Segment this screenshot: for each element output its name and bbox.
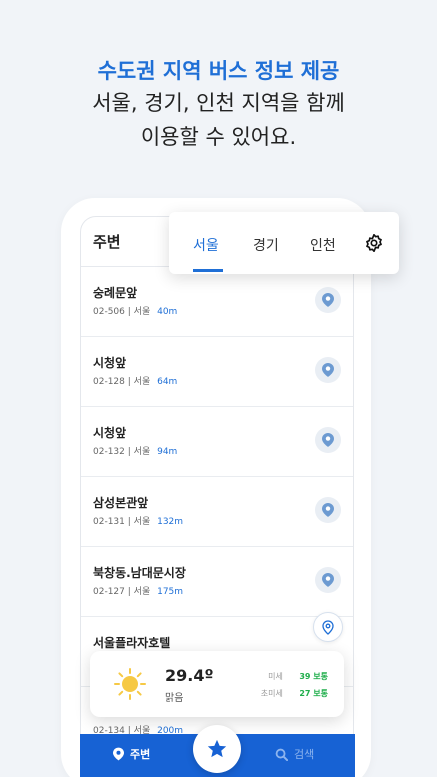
fine-dust-label: 미세 bbox=[268, 672, 283, 681]
favorites-button[interactable] bbox=[193, 725, 241, 773]
stop-region: 서울 bbox=[133, 377, 151, 387]
promo-headline: 수도권 지역 버스 정보 제공 서울, 경기, 인천 지역을 함께 이용할 수 … bbox=[0, 56, 437, 154]
ultrafine-dust-row: 초미세 27 보통 bbox=[261, 688, 328, 699]
map-pin-button[interactable] bbox=[315, 287, 341, 313]
tab-seoul[interactable]: 서울 bbox=[193, 235, 219, 255]
weather-card[interactable]: 29.4º 맑음 미세 39 보통 초미세 27 보통 bbox=[90, 651, 344, 717]
ultrafine-dust-label: 초미세 bbox=[260, 689, 283, 698]
stop-code: 02-128 bbox=[93, 377, 125, 387]
stop-distance: 175m bbox=[157, 587, 184, 597]
stop-name: 서울플라자호텔 bbox=[93, 636, 171, 650]
tab-gyeonggi[interactable]: 경기 bbox=[253, 235, 279, 255]
list-item[interactable]: 시청앞 02-128 | 서울 64m bbox=[81, 337, 353, 407]
stop-meta: 02-131 | 서울 132m bbox=[93, 517, 184, 527]
location-pin-icon bbox=[113, 747, 124, 761]
active-tab-indicator bbox=[193, 269, 223, 272]
weather-condition: 맑음 bbox=[165, 693, 184, 704]
stop-name: 시청앞 bbox=[93, 356, 127, 370]
search-icon bbox=[275, 748, 288, 761]
stop-meta: 02-128 | 서울 64m bbox=[93, 377, 178, 387]
stop-region: 서울 bbox=[133, 307, 151, 317]
nav-search[interactable]: 검색 bbox=[275, 746, 314, 762]
map-pin-button[interactable] bbox=[315, 357, 341, 383]
stop-name: 북창동.남대문시장 bbox=[93, 566, 186, 580]
list-item[interactable]: 북창동.남대문시장 02-127 | 서울 175m bbox=[81, 547, 353, 617]
location-pin-button[interactable] bbox=[313, 612, 343, 642]
nav-around-label: 주변 bbox=[130, 748, 151, 761]
stop-distance: 132m bbox=[157, 517, 184, 527]
nav-search-label: 검색 bbox=[294, 748, 315, 761]
screen-title: 주변 bbox=[93, 233, 121, 251]
map-pin-button[interactable] bbox=[315, 427, 341, 453]
stop-code: 02-131 bbox=[93, 517, 125, 527]
map-pin-icon bbox=[322, 293, 334, 307]
gear-icon[interactable] bbox=[365, 234, 383, 252]
stop-name: 삼성본관앞 bbox=[93, 496, 149, 510]
map-pin-icon bbox=[322, 433, 334, 447]
list-item[interactable]: 시청앞 02-132 | 서울 94m bbox=[81, 407, 353, 477]
ultrafine-dust-value: 27 보통 bbox=[299, 689, 328, 698]
list-item[interactable]: 숭례문앞 02-506 | 서울 40m bbox=[81, 267, 353, 337]
stop-code: 02-132 bbox=[93, 447, 125, 457]
stop-code: 02-506 bbox=[93, 307, 125, 317]
star-icon bbox=[207, 739, 227, 758]
temperature: 29.4º bbox=[165, 666, 214, 685]
stop-meta: 02-127 | 서울 175m bbox=[93, 587, 184, 597]
stop-name: 시청앞 bbox=[93, 426, 127, 440]
stop-code: 02-127 bbox=[93, 587, 125, 597]
map-pin-icon bbox=[322, 363, 334, 377]
list-item[interactable]: 삼성본관앞 02-131 | 서울 132m bbox=[81, 477, 353, 547]
stop-distance: 64m bbox=[157, 377, 178, 387]
location-pin-icon bbox=[322, 619, 334, 635]
map-pin-icon bbox=[322, 573, 334, 587]
stop-meta: 02-132 | 서울 94m bbox=[93, 447, 178, 457]
map-pin-button[interactable] bbox=[315, 497, 341, 523]
stop-meta: 02-506 | 서울 40m bbox=[93, 307, 178, 317]
stop-name: 숭례문앞 bbox=[93, 286, 138, 300]
fine-dust-value: 39 보통 bbox=[299, 672, 328, 681]
region-tab-bar: 서울 경기 인천 bbox=[169, 212, 399, 274]
promo-line-1: 서울, 경기, 인천 지역을 함께 bbox=[92, 91, 345, 115]
stop-distance: 40m bbox=[157, 307, 178, 317]
fine-dust-row: 미세 39 보통 bbox=[268, 671, 328, 682]
stop-distance: 94m bbox=[157, 447, 178, 457]
sun-icon bbox=[114, 668, 146, 700]
stop-region: 서울 bbox=[133, 587, 151, 597]
stop-region: 서울 bbox=[133, 447, 151, 457]
promo-title: 수도권 지역 버스 정보 제공 bbox=[97, 59, 340, 83]
tab-incheon[interactable]: 인천 bbox=[310, 235, 336, 255]
map-pin-icon bbox=[322, 503, 334, 517]
stop-region: 서울 bbox=[133, 517, 151, 527]
nav-around[interactable]: 주변 bbox=[113, 746, 150, 762]
map-pin-button[interactable] bbox=[315, 567, 341, 593]
promo-line-2: 이용할 수 있어요. bbox=[140, 125, 297, 149]
